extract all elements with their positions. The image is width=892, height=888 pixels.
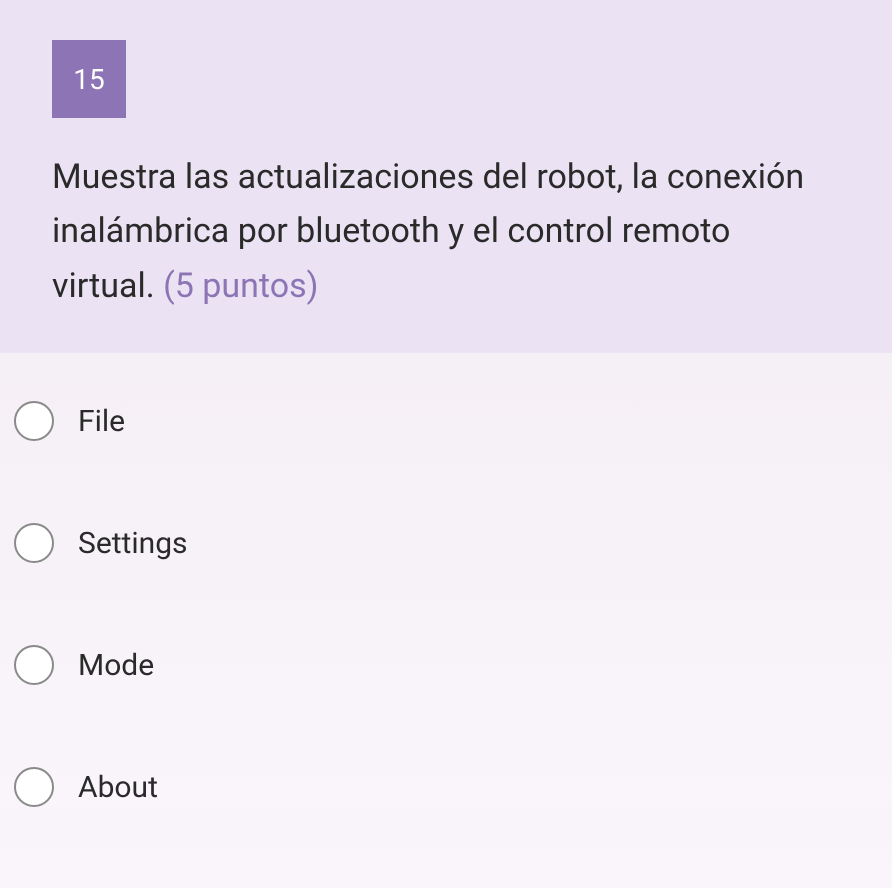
- option-label: Mode: [78, 648, 154, 683]
- option-about[interactable]: About: [14, 767, 878, 807]
- radio-icon[interactable]: [14, 767, 54, 807]
- radio-icon[interactable]: [14, 645, 54, 685]
- option-file[interactable]: File: [14, 401, 878, 441]
- option-mode[interactable]: Mode: [14, 645, 878, 685]
- option-settings[interactable]: Settings: [14, 523, 878, 563]
- question-header: 15 Muestra las actualizaciones del robot…: [0, 0, 892, 353]
- question-number: 15: [73, 63, 104, 96]
- question-points: (5 puntos): [163, 266, 318, 306]
- option-label: File: [78, 404, 125, 439]
- radio-icon[interactable]: [14, 401, 54, 441]
- question-text-container: Muestra las actualizaciones del robot, l…: [52, 150, 840, 313]
- option-label: Settings: [78, 526, 188, 561]
- options-container: File Settings Mode About: [0, 353, 892, 807]
- question-number-badge: 15: [52, 40, 126, 118]
- option-label: About: [78, 770, 158, 805]
- radio-icon[interactable]: [14, 523, 54, 563]
